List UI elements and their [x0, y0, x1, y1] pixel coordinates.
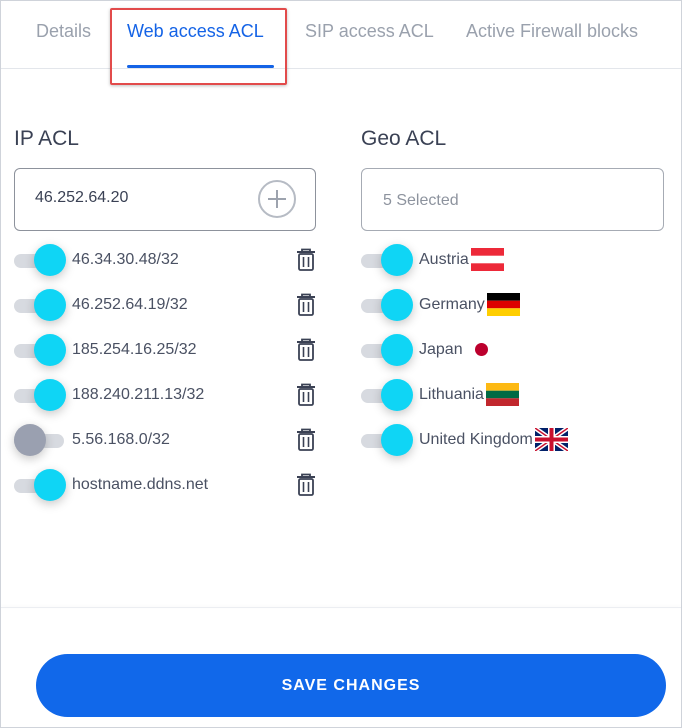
geo-acl-toggle[interactable]: [361, 334, 413, 366]
ip-acl-toggle[interactable]: [14, 469, 66, 501]
ip-acl-address: 46.252.64.19/32: [72, 296, 188, 313]
geo-acl-toggle[interactable]: [361, 379, 413, 411]
ip-acl-row: hostname.ddns.net: [14, 468, 316, 504]
toggle-knob: [381, 289, 413, 321]
ip-acl-row: 5.56.168.0/32: [14, 423, 316, 459]
toggle-knob: [381, 334, 413, 366]
ip-acl-toggle[interactable]: [14, 379, 66, 411]
geo-acl-toggle[interactable]: [361, 424, 413, 456]
geo-acl-row: Lithuania: [361, 378, 661, 414]
toggle-knob: [381, 379, 413, 411]
country-select-value: 5 Selected: [383, 192, 459, 209]
toggle-knob: [381, 424, 413, 456]
germany-flag-icon: [487, 293, 520, 316]
trash-icon[interactable]: [296, 248, 316, 272]
country-name: Austria: [419, 251, 469, 268]
geo-acl-title: Geo ACL: [361, 127, 447, 150]
country-name: Germany: [419, 296, 485, 313]
ip-acl-address: 188.240.211.13/32: [72, 386, 205, 403]
ip-acl-toggle[interactable]: [14, 424, 64, 456]
tab-active-firewall-blocks[interactable]: Active Firewall blocks: [466, 21, 638, 42]
trash-icon[interactable]: [296, 428, 316, 452]
tab-bar: Details Web access ACL SIP access ACL Ac…: [1, 1, 681, 69]
country-name: United Kingdom: [419, 431, 533, 448]
trash-icon[interactable]: [296, 293, 316, 317]
ip-acl-row: 185.254.16.25/32: [14, 333, 316, 369]
ip-acl-address: 5.56.168.0/32: [72, 431, 170, 448]
toggle-knob: [34, 289, 66, 321]
ip-acl-row: 188.240.211.13/32: [14, 378, 316, 414]
ip-acl-title: IP ACL: [14, 127, 79, 150]
lithuania-flag-icon: [486, 383, 519, 406]
toggle-knob: [34, 379, 66, 411]
trash-icon[interactable]: [296, 473, 316, 497]
toggle-knob: [381, 244, 413, 276]
trash-icon[interactable]: [296, 338, 316, 362]
toggle-knob: [34, 469, 66, 501]
japan-flag-icon: [465, 338, 498, 361]
geo-acl-row: Austria: [361, 243, 661, 279]
active-tab-indicator: [127, 65, 274, 68]
geo-acl-row: United Kingdom: [361, 423, 661, 459]
tab-details[interactable]: Details: [36, 21, 91, 42]
country-select[interactable]: 5 Selected: [361, 168, 664, 231]
toggle-knob: [34, 244, 66, 276]
toggle-knob: [14, 424, 46, 456]
toggle-knob: [34, 334, 66, 366]
ip-address-input[interactable]: [35, 189, 235, 207]
uk-flag-icon: [535, 428, 568, 451]
geo-acl-row: Japan: [361, 333, 661, 369]
country-name: Lithuania: [419, 386, 484, 403]
ip-acl-toggle[interactable]: [14, 334, 66, 366]
austria-flag-icon: [471, 248, 504, 271]
geo-acl-toggle[interactable]: [361, 244, 413, 276]
ip-acl-row: 46.34.30.48/32: [14, 243, 316, 279]
ip-acl-toggle[interactable]: [14, 244, 66, 276]
country-name: Japan: [419, 341, 463, 358]
tab-web-access-acl[interactable]: Web access ACL: [127, 21, 264, 42]
ip-acl-toggle[interactable]: [14, 289, 66, 321]
panel: Details Web access ACL SIP access ACL Ac…: [0, 0, 682, 728]
ip-acl-row: 46.252.64.19/32: [14, 288, 316, 324]
ip-acl-address: 185.254.16.25/32: [72, 341, 197, 358]
ip-input-field: [14, 168, 316, 231]
geo-acl-toggle[interactable]: [361, 289, 413, 321]
ip-acl-address: hostname.ddns.net: [72, 476, 209, 493]
save-changes-button[interactable]: SAVE CHANGES: [36, 654, 666, 717]
footer-divider: [1, 607, 681, 608]
tab-sip-access-acl[interactable]: SIP access ACL: [305, 21, 434, 42]
geo-acl-row: Germany: [361, 288, 661, 324]
plus-circle-icon[interactable]: [258, 180, 296, 218]
ip-acl-address: 46.34.30.48/32: [72, 251, 179, 268]
trash-icon[interactable]: [296, 383, 316, 407]
